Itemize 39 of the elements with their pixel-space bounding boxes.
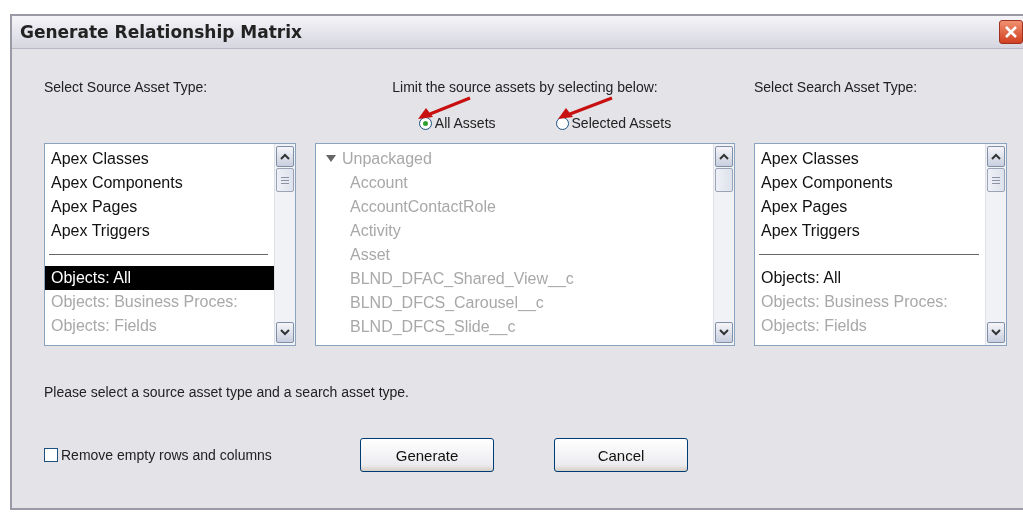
list-item[interactable]: Apex Pages <box>45 195 274 219</box>
close-button[interactable] <box>999 20 1023 44</box>
list-item[interactable]: Apex Classes <box>45 147 274 171</box>
scrollbar[interactable] <box>985 144 1006 345</box>
dialog-button[interactable]: Generate <box>360 438 494 472</box>
list-item[interactable]: Apex Classes <box>755 147 985 171</box>
status-message: Please select a source asset type and a search asset type. <box>44 384 410 400</box>
list-item[interactable]: Objects: All <box>45 266 274 290</box>
scrollbar[interactable] <box>274 144 295 345</box>
close-icon <box>1005 26 1017 38</box>
scroll-up-button[interactable] <box>715 146 733 167</box>
remove-empty-checkbox[interactable]: Remove empty rows and columns <box>44 447 360 463</box>
window-title: Generate Relationship Matrix <box>20 22 303 42</box>
list-item[interactable]: Apex Components <box>755 171 985 195</box>
scroll-down-button[interactable] <box>987 322 1005 343</box>
list-item[interactable]: Apex Triggers <box>45 219 274 243</box>
scroll-down-button[interactable] <box>276 322 294 343</box>
checkbox-label: Remove empty rows and columns <box>61 447 272 463</box>
scroll-up-button[interactable] <box>276 146 294 167</box>
scroll-down-button[interactable] <box>715 322 733 343</box>
scroll-thumb[interactable] <box>987 168 1005 192</box>
dialog-button[interactable]: Cancel <box>554 438 688 472</box>
scroll-up-button[interactable] <box>987 146 1005 167</box>
limit-label: Limit the source assets by selecting below: <box>391 79 659 97</box>
radio-label: Selected Assets <box>571 115 672 131</box>
source-type-label: Select Source Asset Type: <box>44 79 209 97</box>
list-item[interactable]: Apex Components <box>45 171 274 195</box>
scroll-thumb[interactable] <box>276 168 294 192</box>
list-item[interactable]: Apex Triggers <box>755 219 985 243</box>
radio-label: All Assets <box>434 115 496 131</box>
grip-icon <box>281 176 289 184</box>
list-item[interactable]: Apex Pages <box>755 195 985 219</box>
scroll-thumb[interactable] <box>715 168 733 192</box>
scrollbar[interactable] <box>713 144 734 345</box>
annotation-arrow <box>418 96 471 119</box>
search-type-label: Select Search Asset Type: <box>754 79 919 97</box>
list-item[interactable]: Objects: All <box>755 266 985 290</box>
grip-icon <box>992 176 1000 184</box>
annotation-arrow <box>558 96 613 119</box>
